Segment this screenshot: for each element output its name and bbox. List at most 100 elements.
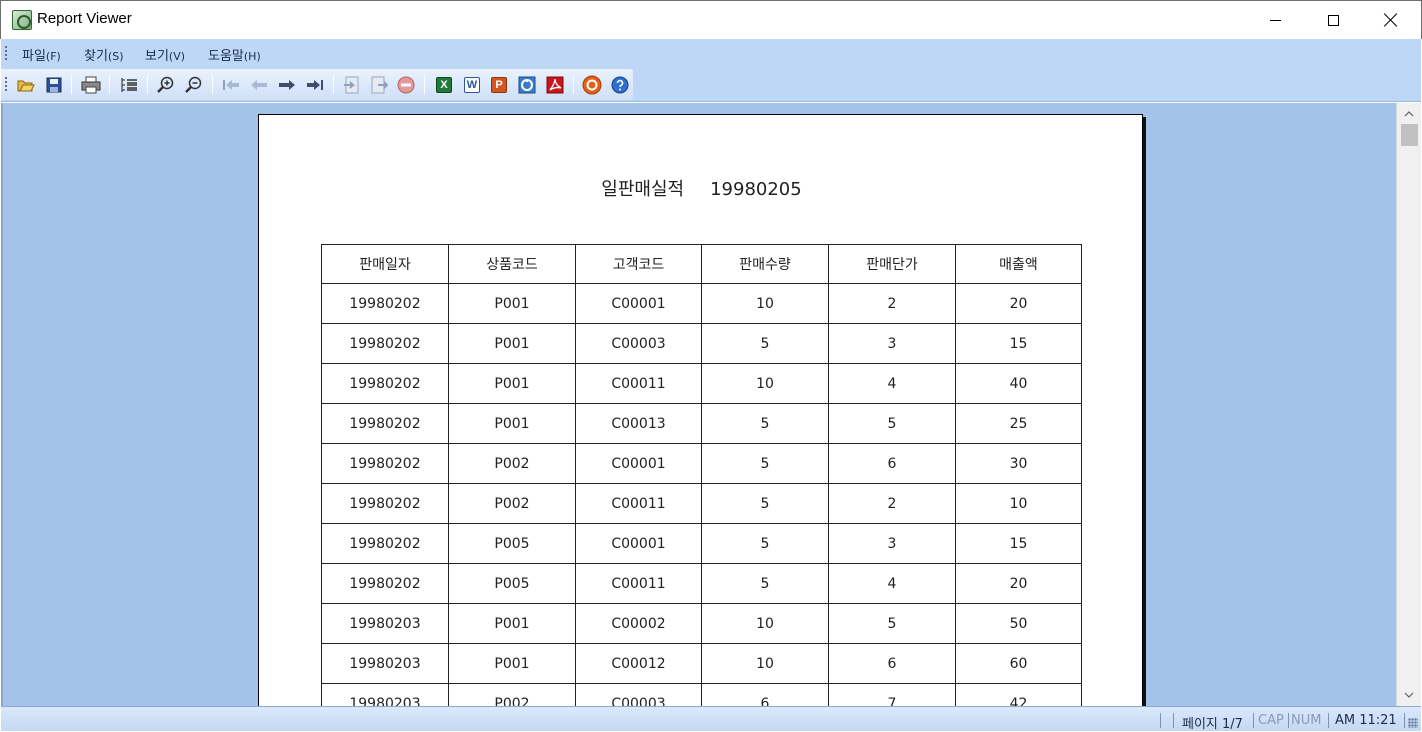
toolbar-separator — [109, 76, 110, 94]
table-cell: 10 — [701, 603, 829, 644]
excel-button[interactable]: X — [434, 75, 454, 95]
print-button[interactable] — [81, 75, 101, 95]
table-cell: 19980202 — [321, 403, 449, 444]
table-cell: C00011 — [575, 563, 702, 604]
first-page-icon — [223, 80, 239, 90]
table-cell: 30 — [955, 443, 1082, 484]
table-cell: 19980203 — [321, 683, 449, 706]
table-cell: 19980202 — [321, 363, 449, 404]
menu-view[interactable]: 보기(V) — [145, 45, 185, 64]
next-page-button[interactable] — [277, 75, 297, 95]
stop-button[interactable] — [396, 75, 416, 95]
table-row: 19980202 P001 C00003 5 3 15 — [321, 323, 1082, 364]
window-title: Report Viewer — [37, 10, 132, 27]
table-cell: 19980202 — [321, 563, 449, 604]
toolbar-grip[interactable] — [5, 77, 7, 91]
word-icon: W — [464, 77, 480, 93]
stop-icon — [397, 76, 415, 94]
import-button[interactable] — [369, 75, 389, 95]
close-button[interactable] — [1362, 1, 1420, 39]
table-cell: C00001 — [575, 523, 702, 564]
table-cell: P001 — [448, 643, 576, 684]
table-cell: 6 — [828, 443, 956, 484]
table-cell: 60 — [955, 643, 1082, 684]
status-separator — [1288, 713, 1289, 728]
table-cell: 19980202 — [321, 523, 449, 564]
import-icon — [371, 76, 388, 94]
zoom-out-icon — [185, 76, 202, 93]
table-cell: 6 — [828, 643, 956, 684]
pdf-icon — [546, 76, 564, 94]
column-header: 판매단가 — [828, 244, 956, 284]
menu-help[interactable]: 도움말(H) — [208, 45, 261, 64]
table-cell: 25 — [955, 403, 1082, 444]
export-button[interactable] — [342, 75, 362, 95]
table-header-row: 판매일자 상품코드 고객코드 판매수량 판매단가 매출액 — [321, 244, 1082, 284]
save-icon — [46, 77, 62, 93]
table-cell: 10 — [701, 643, 829, 684]
report-title: 일판매실적 19980205 — [259, 175, 1144, 201]
table-cell: P001 — [448, 283, 576, 324]
open-button[interactable] — [16, 75, 36, 95]
table-row: 19980203 P001 C00012 10 6 60 — [321, 643, 1082, 684]
table-cell: P002 — [448, 683, 576, 706]
outline-button[interactable] — [119, 75, 139, 95]
table-cell: 19980202 — [321, 323, 449, 364]
pdf-button[interactable] — [545, 75, 565, 95]
word-button[interactable]: W — [462, 75, 482, 95]
scroll-up-button[interactable] — [1397, 104, 1421, 124]
powerpoint-button[interactable]: P — [489, 75, 509, 95]
excel-icon: X — [436, 77, 452, 93]
table-cell: 15 — [955, 523, 1082, 564]
maximize-button[interactable] — [1304, 1, 1362, 39]
resize-grip[interactable] — [1408, 718, 1418, 728]
menu-find[interactable]: 찾기(S) — [84, 45, 124, 64]
powerpoint-icon: P — [491, 77, 507, 93]
menu-file[interactable]: 파일(F) — [22, 45, 61, 64]
table-cell: P001 — [448, 603, 576, 644]
table-cell: 4 — [828, 363, 956, 404]
table-cell: 10 — [701, 283, 829, 324]
exit-icon — [582, 75, 602, 95]
table-cell: 5 — [701, 563, 829, 604]
table-cell: 6 — [701, 683, 829, 706]
table-row: 19980203 P002 C00003 6 7 42 — [321, 683, 1082, 706]
table-cell: 20 — [955, 563, 1082, 604]
menu-grip[interactable] — [5, 46, 7, 60]
report-title-text: 일판매실적 — [601, 179, 685, 200]
table-cell: P001 — [448, 403, 576, 444]
exit-button[interactable] — [582, 75, 602, 95]
html-button[interactable] — [517, 75, 537, 95]
table-cell: 2 — [828, 483, 956, 524]
table-cell: 42 — [955, 683, 1082, 706]
print-icon — [81, 76, 101, 94]
status-separator — [1404, 713, 1405, 728]
zoom-in-button[interactable] — [156, 75, 176, 95]
table-row: 19980202 P002 C00001 5 6 30 — [321, 443, 1082, 484]
next-page-icon — [279, 80, 295, 90]
vertical-scrollbar[interactable] — [1396, 103, 1421, 706]
zoom-out-button[interactable] — [184, 75, 204, 95]
scroll-down-button[interactable] — [1397, 685, 1421, 705]
report-table: 판매일자 상품코드 고객코드 판매수량 판매단가 매출액 19980202 P00… — [321, 244, 1082, 706]
last-page-button[interactable] — [305, 75, 325, 95]
table-row: 19980202 P001 C00011 10 4 40 — [321, 363, 1082, 404]
table-cell: C00011 — [575, 483, 702, 524]
title-bar: Report Viewer — [0, 0, 1422, 39]
minimize-button[interactable] — [1246, 1, 1304, 39]
report-canvas[interactable]: 일판매실적 19980205 판매일자 상품코드 고객코드 판매수량 판매단가 매… — [1, 103, 1396, 706]
table-cell: C00011 — [575, 363, 702, 404]
table-row: 19980202 P001 C00001 10 2 20 — [321, 283, 1082, 324]
table-cell: C00002 — [575, 603, 702, 644]
table-cell: C00001 — [575, 443, 702, 484]
save-button[interactable] — [44, 75, 64, 95]
table-cell: 3 — [828, 323, 956, 364]
first-page-button[interactable] — [221, 75, 241, 95]
table-cell: 19980202 — [321, 483, 449, 524]
menu-bar: 파일(F) 찾기(S) 보기(V) 도움말(H) — [1, 39, 1421, 67]
prev-page-button[interactable] — [249, 75, 269, 95]
table-cell: 5 — [701, 483, 829, 524]
table-cell: 10 — [701, 363, 829, 404]
help-button[interactable] — [610, 75, 630, 95]
scroll-thumb[interactable] — [1401, 124, 1418, 146]
